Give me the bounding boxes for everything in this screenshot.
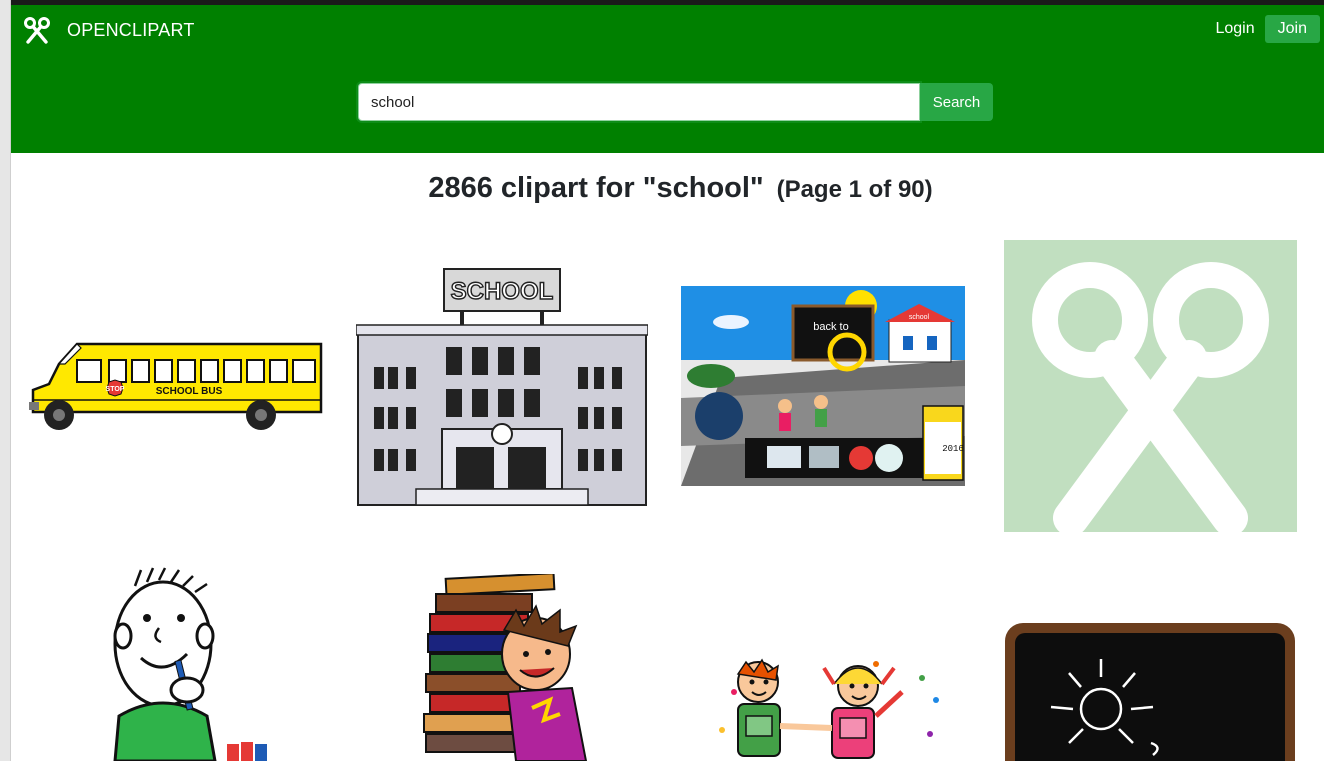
join-button[interactable]: Join [1264, 15, 1320, 43]
school-bus-clipart[interactable]: STOP SCHOOL BUS [29, 340, 325, 435]
school-building-image: SCHOOL [356, 268, 648, 506]
boy-thinking-clipart[interactable] [55, 566, 295, 761]
chalkboard-sun-image [1005, 623, 1295, 761]
navbar: OPENCLIPART Login Join Search [11, 5, 1324, 153]
results-page-indicator: (Page 1 of 90) [776, 176, 933, 203]
scissors-icon [24, 17, 50, 44]
search-input[interactable] [358, 83, 920, 121]
bus-label: SCHOOL BUS [156, 386, 223, 397]
chalkboard-sun-clipart[interactable] [1003, 621, 1297, 761]
search-button[interactable]: Search [920, 83, 993, 121]
back-to-school-collage-clipart[interactable]: back to school 2016 [681, 286, 967, 486]
boy-thinking-image [113, 567, 267, 761]
stop-sign-label: STOP [106, 386, 125, 393]
search-form: Search [358, 83, 993, 121]
back-to-school-collage-image: back to school 2016 [681, 286, 965, 486]
boy-carrying-books-clipart[interactable] [420, 574, 590, 761]
collage-line1-label: back to [813, 321, 848, 333]
kids-with-backpacks-clipart[interactable] [716, 656, 944, 761]
kids-with-backpacks-image [719, 658, 939, 759]
collage-line2-label: school [909, 314, 930, 321]
window-left-edge [0, 0, 11, 761]
collage-year-label: 2016 [942, 444, 964, 454]
school-bus-image: STOP SCHOOL BUS [29, 342, 323, 430]
brand-name: OPENCLIPART [67, 19, 195, 40]
results-heading: 2866 clipart for "school" (Page 1 of 90) [11, 168, 1324, 205]
results-count: 2866 clipart for "school" [428, 172, 764, 204]
scissors-placeholder-clipart[interactable] [1004, 240, 1297, 532]
brand-link[interactable]: OPENCLIPART [23, 15, 195, 45]
login-link[interactable]: Login [1215, 20, 1254, 38]
building-sign-label: SCHOOL [451, 278, 554, 305]
school-building-clipart[interactable]: SCHOOL [356, 267, 648, 507]
boy-carrying-books-image [423, 574, 588, 761]
account-links: Login Join [1215, 15, 1320, 43]
scissors-placeholder-image [1004, 240, 1297, 532]
